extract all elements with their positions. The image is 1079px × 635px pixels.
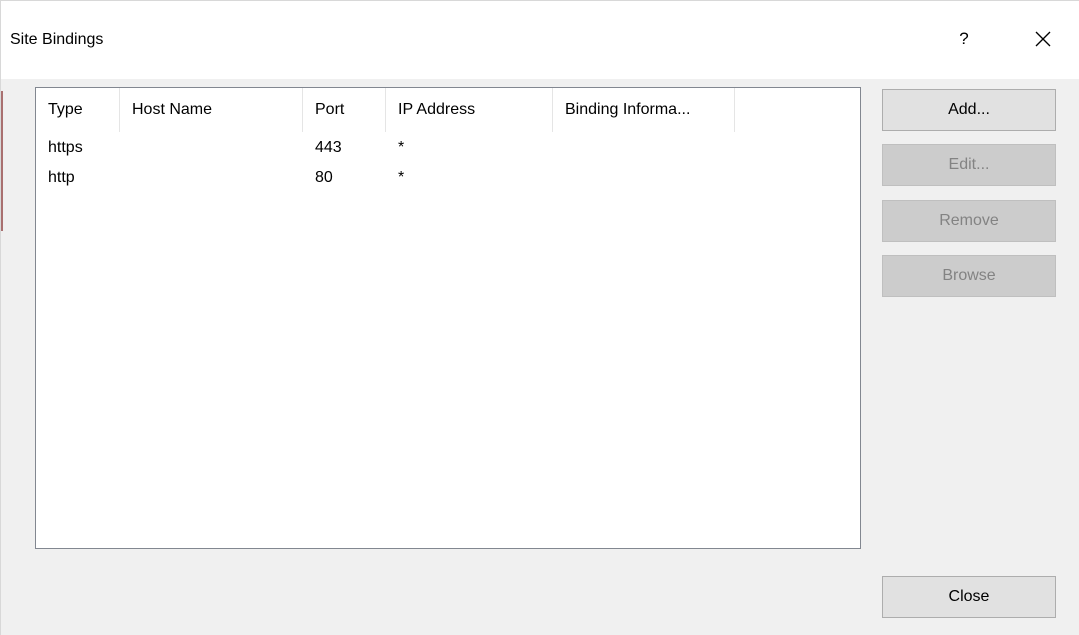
column-header-port[interactable]: Port <box>303 88 386 132</box>
help-button[interactable]: ? <box>941 19 987 59</box>
column-header-type[interactable]: Type <box>36 88 120 132</box>
remove-button[interactable]: Remove <box>882 200 1056 242</box>
cell-ip-address: * <box>398 169 405 186</box>
close-icon-glyph <box>1035 31 1051 47</box>
cell-type: https <box>48 139 83 156</box>
close-button[interactable]: Close <box>882 576 1056 618</box>
list-header: Type Host Name Port IP Address Binding I… <box>36 88 860 132</box>
add-button[interactable]: Add... <box>882 89 1056 131</box>
title-bar: Site Bindings ? <box>1 1 1079 79</box>
cell-port: 80 <box>315 169 333 186</box>
table-row[interactable]: https 443 * <box>36 135 860 161</box>
dialog-title: Site Bindings <box>10 31 104 48</box>
cell-port: 443 <box>315 139 342 156</box>
cell-type: http <box>48 169 75 186</box>
table-row[interactable]: http 80 * <box>36 165 860 191</box>
close-icon[interactable] <box>1020 19 1066 59</box>
browse-button[interactable]: Browse <box>882 255 1056 297</box>
cell-ip-address: * <box>398 139 405 156</box>
column-header-host-name[interactable]: Host Name <box>120 88 303 132</box>
bindings-list[interactable]: Type Host Name Port IP Address Binding I… <box>35 87 861 549</box>
edit-button[interactable]: Edit... <box>882 144 1056 186</box>
site-bindings-dialog: Site Bindings ? Type Host Name Port IP A… <box>0 0 1079 635</box>
column-header-ip-address[interactable]: IP Address <box>386 88 553 132</box>
column-header-binding-info[interactable]: Binding Informa... <box>553 88 735 132</box>
window-edge-accent <box>1 91 3 231</box>
